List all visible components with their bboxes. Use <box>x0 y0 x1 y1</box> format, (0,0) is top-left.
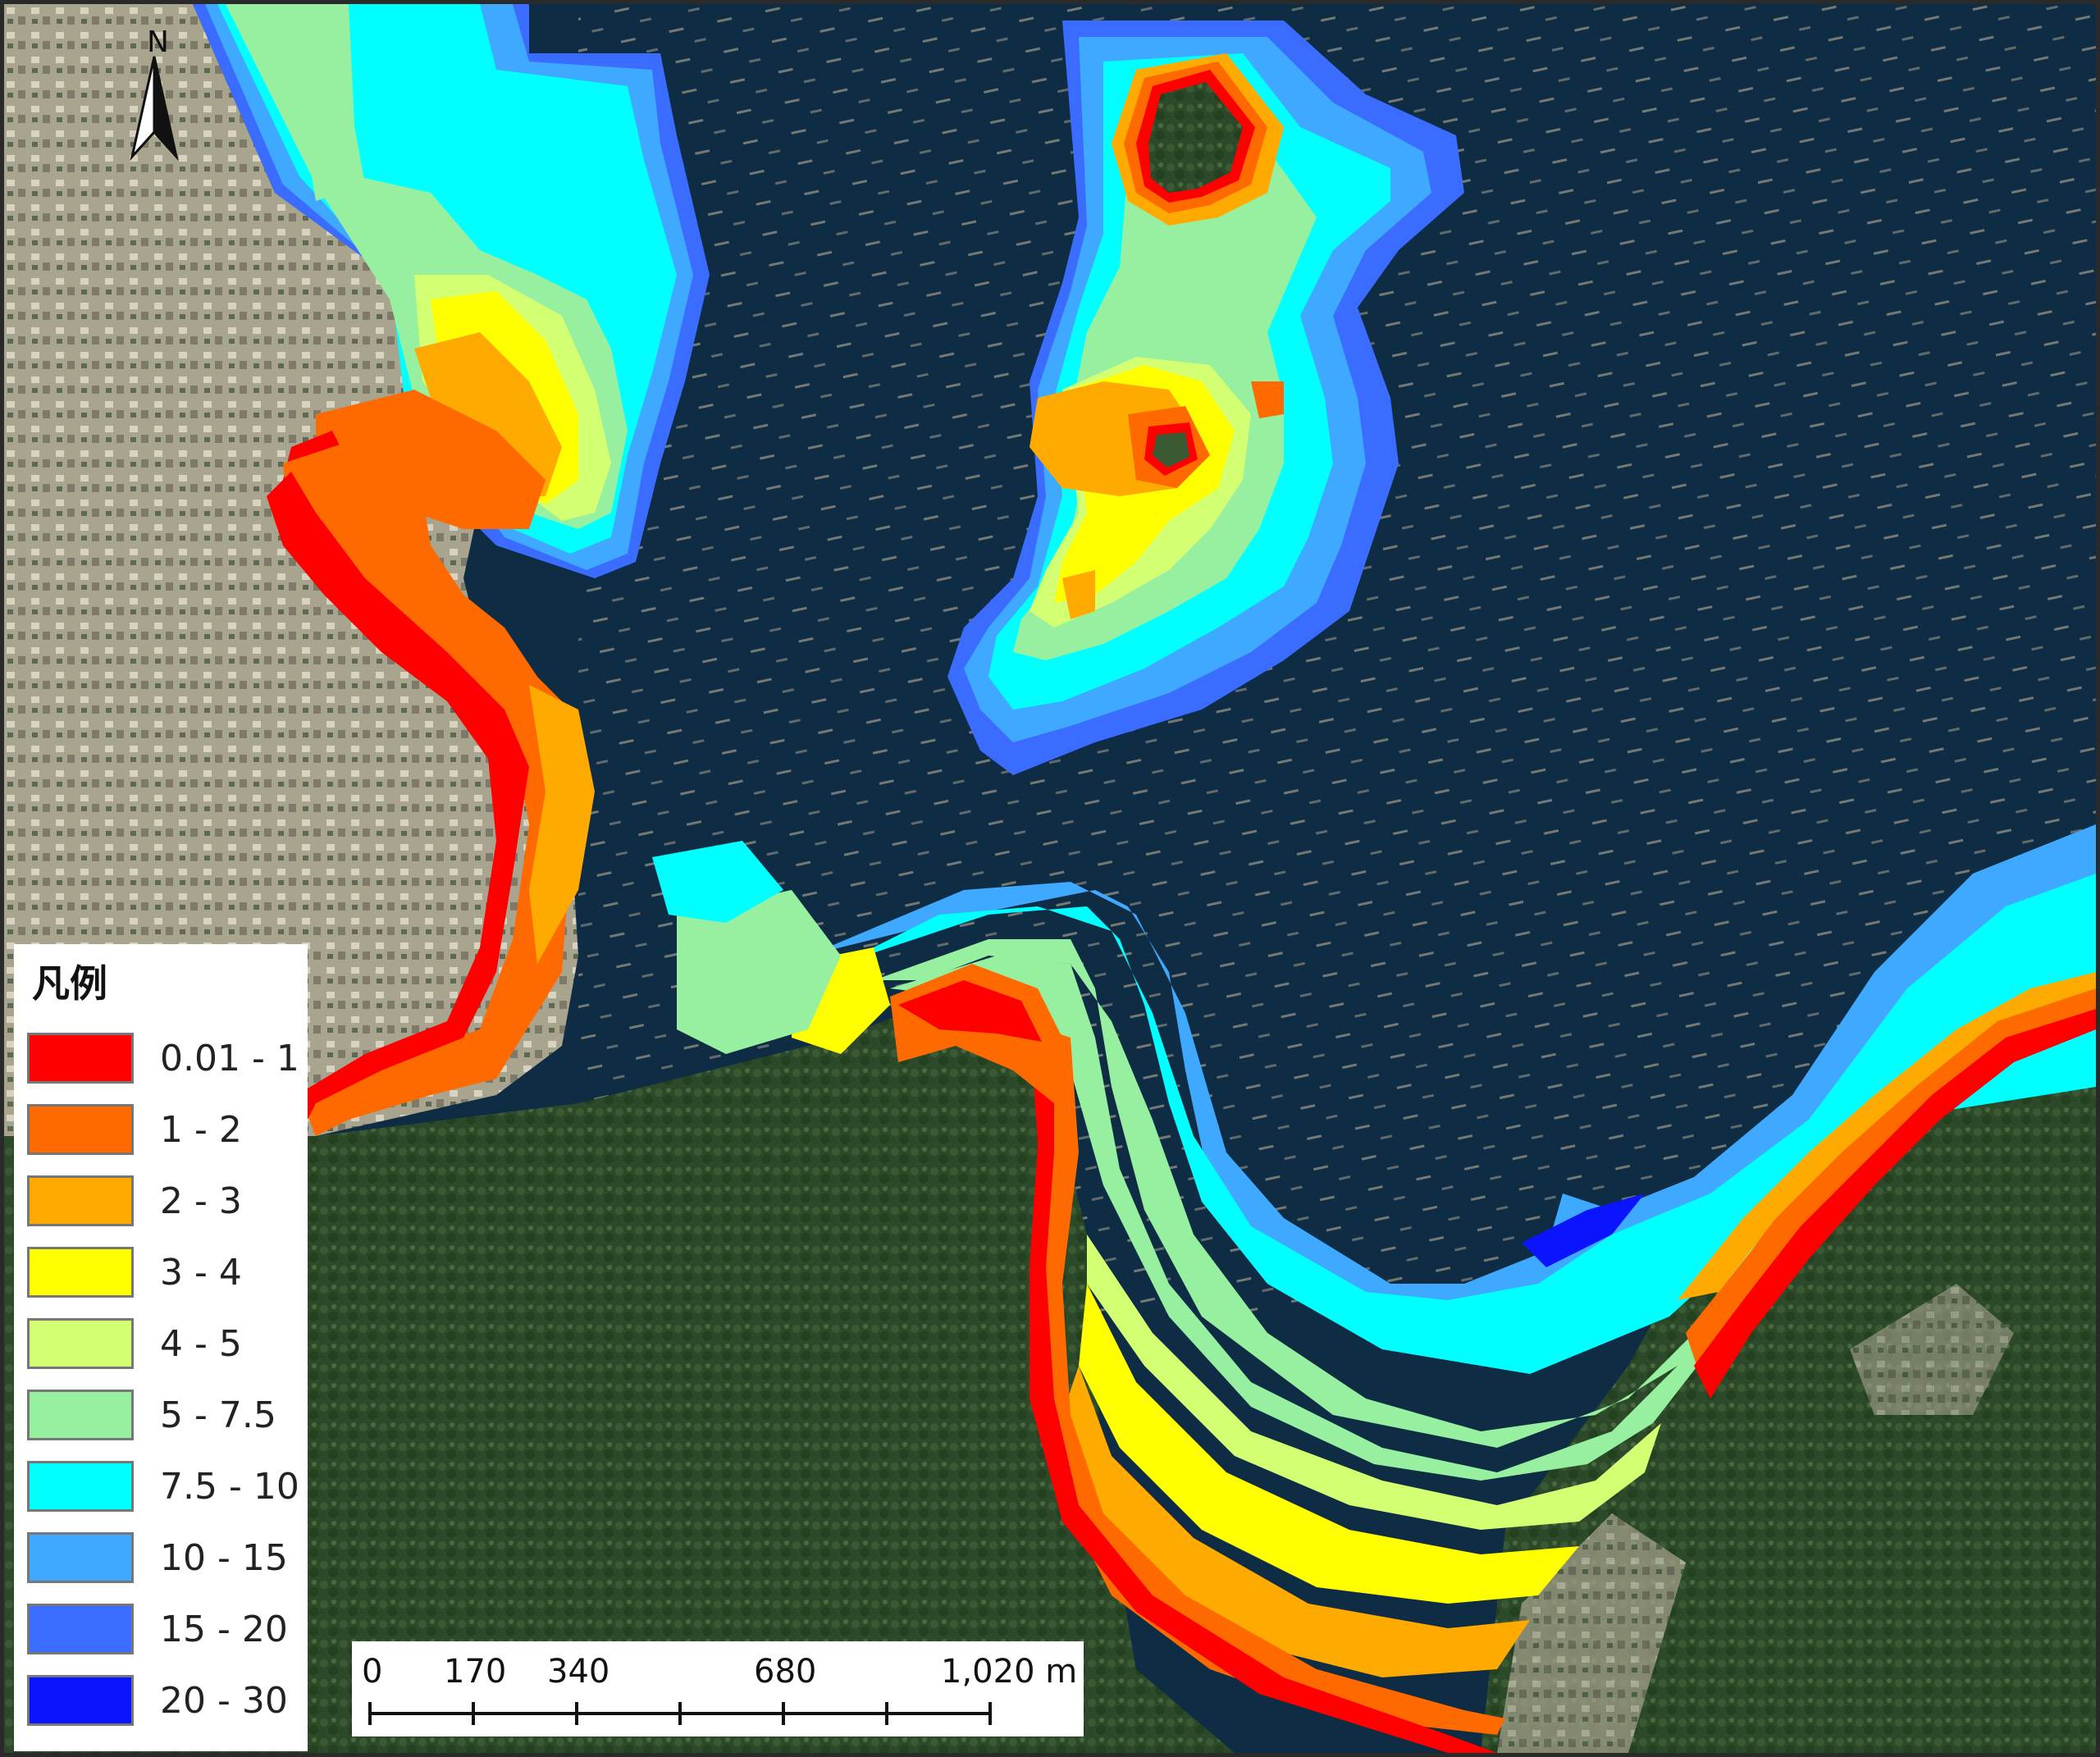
scale-tick-0: 0 <box>362 1653 383 1691</box>
legend-label: 7.5 - 10 <box>160 1466 299 1508</box>
legend-swatch <box>27 1247 134 1298</box>
legend-swatch <box>27 1532 134 1583</box>
legend-swatch <box>27 1175 134 1226</box>
legend-label: 5 - 7.5 <box>160 1394 276 1436</box>
map-canvas <box>4 4 2096 1753</box>
legend-item: 2 - 3 <box>27 1175 298 1230</box>
scale-tick-340: 340 <box>547 1653 610 1691</box>
legend-item: 15 - 20 <box>27 1604 298 1658</box>
north-arrow: N <box>117 17 191 162</box>
legend-label: 15 - 20 <box>160 1609 288 1650</box>
north-arrow-icon: N <box>130 25 179 162</box>
legend-swatch <box>27 1675 134 1726</box>
legend-item: 4 - 5 <box>27 1318 298 1372</box>
legend-item: 7.5 - 10 <box>27 1461 299 1515</box>
map-frame: N 凡例 0.01 - 1 1 - 2 2 - 3 3 - 4 4 - 5 5 - 7.5… <box>0 0 2100 1757</box>
legend-label: 3 - 4 <box>160 1252 242 1294</box>
legend-item: 0.01 - 1 <box>27 1033 299 1087</box>
scale-tick-1020: 1,020 m <box>941 1653 1078 1691</box>
legend-label: 2 - 3 <box>160 1180 242 1222</box>
legend-label: 1 - 2 <box>160 1109 242 1151</box>
legend-swatch <box>27 1604 134 1654</box>
legend-item: 3 - 4 <box>27 1247 298 1301</box>
legend-item: 5 - 7.5 <box>27 1390 298 1444</box>
legend-swatch <box>27 1104 134 1155</box>
legend-label: 0.01 - 1 <box>160 1038 299 1079</box>
legend-swatch <box>27 1390 134 1440</box>
legend-item: 1 - 2 <box>27 1104 298 1158</box>
legend: 凡例 0.01 - 1 1 - 2 2 - 3 3 - 4 4 - 5 5 - 7.5 7.… <box>14 944 308 1751</box>
legend-title: 凡例 <box>32 961 107 1006</box>
north-arrow-label: N <box>147 25 169 59</box>
legend-swatch <box>27 1318 134 1369</box>
legend-swatch <box>27 1461 134 1512</box>
legend-item: 10 - 15 <box>27 1532 298 1586</box>
legend-label: 10 - 15 <box>160 1537 288 1579</box>
scale-tick-680: 680 <box>754 1653 817 1691</box>
legend-item: 20 - 30 <box>27 1675 298 1729</box>
legend-label: 20 - 30 <box>160 1680 288 1722</box>
scale-bar: 0 170 340 680 1,020 m <box>352 1641 1084 1736</box>
legend-swatch <box>27 1033 134 1084</box>
legend-label: 4 - 5 <box>160 1323 242 1365</box>
scale-tick-170: 170 <box>444 1653 507 1691</box>
